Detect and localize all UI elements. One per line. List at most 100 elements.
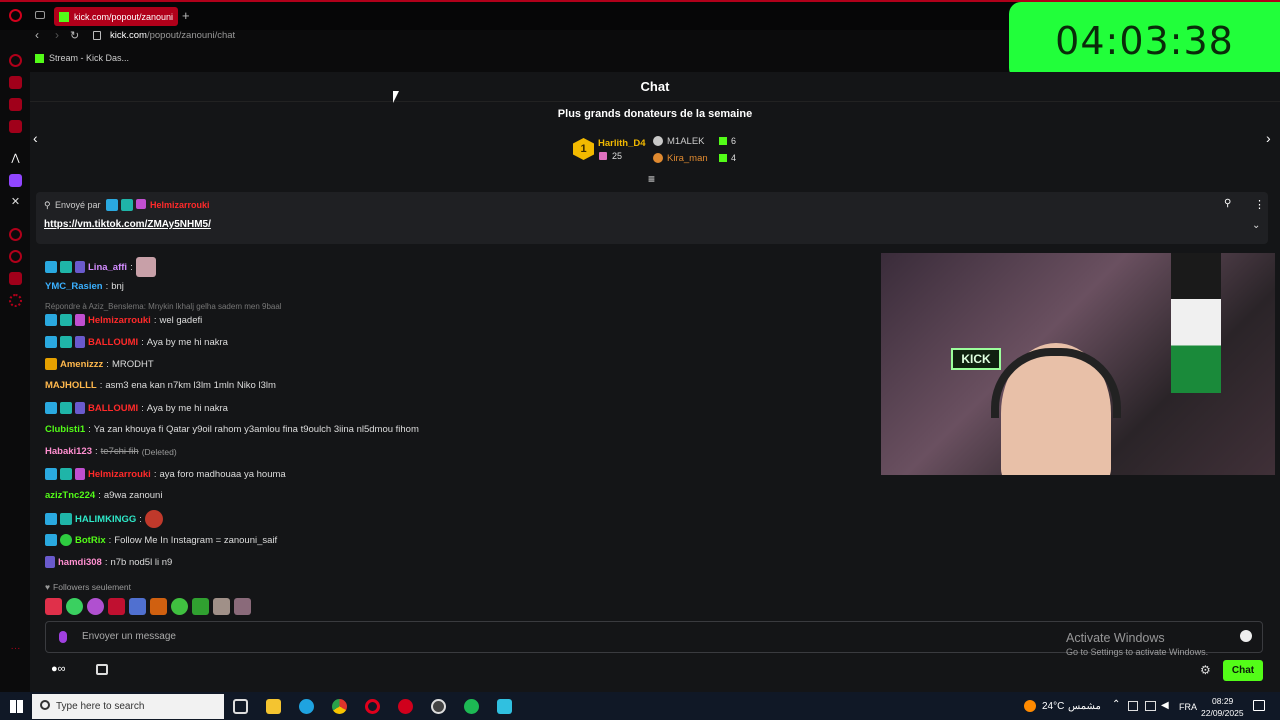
- chat-message[interactable]: Helmizarrouki: aya foro madhouaa ya houm…: [45, 468, 286, 480]
- emote-icon[interactable]: [150, 598, 167, 615]
- username[interactable]: Clubisti1: [45, 424, 85, 435]
- sidebar-kick-icon[interactable]: ⋀: [9, 152, 22, 165]
- pinned-sender[interactable]: Helmizarrouki: [150, 200, 210, 210]
- chat-message[interactable]: BotRix: Follow Me In Instagram = zanouni…: [45, 534, 277, 546]
- sidebar-x-icon[interactable]: ✕: [9, 196, 22, 209]
- language-indicator[interactable]: FRA: [1179, 702, 1197, 712]
- sidebar-more-icon[interactable]: ···: [9, 642, 22, 655]
- taskbar-search[interactable]: Type here to search: [32, 694, 224, 719]
- tab-menu-icon[interactable]: [35, 11, 45, 19]
- username[interactable]: azizTnc224: [45, 490, 95, 501]
- chat-send-button[interactable]: Chat: [1223, 660, 1263, 681]
- stream-video[interactable]: KICK: [881, 253, 1275, 475]
- username[interactable]: BotRix: [75, 535, 106, 546]
- username[interactable]: Helmizarrouki: [88, 315, 151, 326]
- file-explorer-icon[interactable]: [266, 699, 281, 714]
- chrome-icon[interactable]: [332, 699, 347, 714]
- vpn-icon[interactable]: [497, 699, 512, 714]
- reload-icon[interactable]: ↻: [70, 29, 79, 42]
- chat-message[interactable]: Amenizzz: MRODHT: [45, 358, 154, 370]
- points-icon[interactable]: ●∞: [51, 663, 66, 675]
- mic-icon[interactable]: [59, 631, 67, 643]
- url-field[interactable]: kick.com/popout/zanouni/chat: [110, 30, 235, 41]
- chat-message[interactable]: YMC_Rasien: bnj: [45, 281, 124, 292]
- chat-message[interactable]: MAJHOLLL: asm3 ena kan n7km l3lm 1mln Ni…: [45, 380, 276, 391]
- username[interactable]: BALLOUMI: [88, 337, 138, 348]
- sidebar-ai-icon[interactable]: [9, 54, 22, 67]
- emote-icon[interactable]: [213, 598, 230, 615]
- sidebar-player-icon[interactable]: [9, 228, 22, 241]
- edge-icon[interactable]: [299, 699, 314, 714]
- emote-icon[interactable]: [129, 598, 146, 615]
- volume-icon[interactable]: ◀: [1161, 700, 1169, 711]
- unpin-icon[interactable]: ⚲: [1224, 198, 1231, 209]
- store-icon[interactable]: [96, 664, 108, 675]
- more-options-icon[interactable]: ⋮: [1254, 198, 1265, 211]
- chat-message[interactable]: Lina_affi:: [45, 257, 156, 277]
- chat-message[interactable]: BALLOUMI: Aya by me hi nakra: [45, 402, 228, 414]
- opera-logo-icon[interactable]: [9, 9, 22, 22]
- sidebar-bag-icon[interactable]: [9, 76, 22, 89]
- obs-icon[interactable]: [431, 699, 446, 714]
- prev-arrow-icon[interactable]: ‹: [33, 130, 38, 146]
- chat-message[interactable]: Helmizarrouki: wel gadefi: [45, 314, 202, 326]
- sidebar-messenger-icon[interactable]: [9, 98, 22, 111]
- emote-icon[interactable]: [66, 598, 83, 615]
- chat-message[interactable]: azizTnc224: a9wa zanouni: [45, 490, 162, 501]
- username[interactable]: hamdi308: [58, 557, 102, 568]
- sidebar-twitch-icon[interactable]: [9, 174, 22, 187]
- sidebar-news-icon[interactable]: [9, 120, 22, 133]
- donor-second[interactable]: M1ALEK 6: [653, 134, 743, 148]
- emoji-icon[interactable]: [1240, 630, 1252, 642]
- chat-message[interactable]: hamdi308: n7b nod5l li n9: [45, 556, 172, 568]
- chat-message[interactable]: Habaki123: te7chi fih (Deleted): [45, 446, 177, 457]
- emote-icon[interactable]: [192, 598, 209, 615]
- tray-app-icon[interactable]: [1128, 701, 1138, 711]
- chat-message[interactable]: BALLOUMI: Aya by me hi nakra: [45, 336, 228, 348]
- username[interactable]: Helmizarrouki: [88, 469, 151, 480]
- back-icon[interactable]: ‹: [35, 28, 39, 42]
- username[interactable]: YMC_Rasien: [45, 281, 103, 292]
- clock-time[interactable]: 08:29: [1212, 696, 1233, 706]
- clock-date[interactable]: 22/09/2025: [1201, 708, 1244, 718]
- chat-message[interactable]: Clubisti1: Ya zan khouya fi Qatar y9oil …: [45, 424, 419, 435]
- tray-chevron-icon[interactable]: ⌃: [1112, 699, 1120, 710]
- weather-temp[interactable]: 24°C: [1042, 701, 1064, 712]
- emote-icon[interactable]: [45, 598, 62, 615]
- bookmark-stream[interactable]: Stream - Kick Das...: [35, 53, 129, 63]
- expand-pinned-icon[interactable]: ⌄: [1252, 220, 1260, 231]
- notifications-icon[interactable]: [1253, 700, 1265, 711]
- emote-icon[interactable]: [108, 598, 125, 615]
- emote-icon[interactable]: [234, 598, 251, 615]
- sidebar-history-icon[interactable]: [9, 250, 22, 263]
- username[interactable]: BALLOUMI: [88, 403, 138, 414]
- network-icon[interactable]: [1145, 701, 1156, 711]
- sidebar-extensions-icon[interactable]: [9, 272, 22, 285]
- opera-icon[interactable]: [365, 699, 380, 714]
- next-arrow-icon[interactable]: ›: [1266, 130, 1271, 146]
- message-text: n7b nod5l li n9: [110, 556, 173, 568]
- chat-message[interactable]: HALIMKINGG:: [45, 510, 163, 528]
- new-tab-button[interactable]: +: [182, 8, 190, 23]
- emote-icon[interactable]: [87, 598, 104, 615]
- spotify-icon[interactable]: [464, 699, 479, 714]
- windows-start-icon[interactable]: [10, 700, 23, 713]
- donor-third[interactable]: Kira_man 4: [653, 151, 743, 165]
- username[interactable]: Amenizzz: [60, 359, 103, 370]
- collapse-donors-icon[interactable]: ≡: [648, 172, 655, 186]
- reply-reference[interactable]: Répondre à Aziz_Benslema: Mnykin lkhalj …: [45, 302, 282, 311]
- username[interactable]: Lina_affi: [88, 262, 127, 273]
- pinned-link[interactable]: https://vm.tiktok.com/ZMAy5NHM5/: [44, 219, 211, 230]
- task-view-icon[interactable]: [233, 699, 248, 714]
- sidebar-settings-icon[interactable]: [9, 294, 22, 307]
- username[interactable]: MAJHOLLL: [45, 380, 97, 391]
- settings-gear-icon[interactable]: ⚙: [1200, 663, 1211, 677]
- message-text: Aya by me hi nakra: [146, 402, 228, 414]
- donor-first[interactable]: 1 Harlith_D4 25: [573, 136, 653, 164]
- username[interactable]: HALIMKINGG: [75, 514, 136, 525]
- username[interactable]: Habaki123: [45, 446, 92, 457]
- browser-tab-active[interactable]: kick.com/popout/zanouni: [54, 7, 178, 26]
- opera-gx-icon[interactable]: [398, 699, 413, 714]
- forward-icon[interactable]: ›: [55, 28, 59, 42]
- emote-icon[interactable]: [171, 598, 188, 615]
